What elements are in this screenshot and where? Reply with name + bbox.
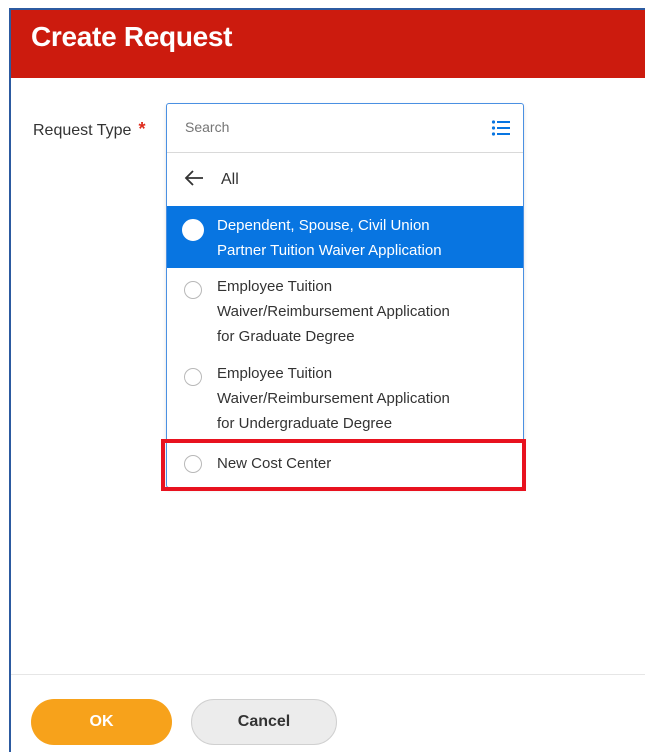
create-request-dialog: Create Request Request Type * All	[0, 0, 645, 752]
option-label-line: Employee Tuition	[217, 278, 333, 295]
option-label-line: Partner Tuition Waiver Application	[217, 242, 442, 259]
option-employee-tuition-graduate[interactable]: Employee Tuition Waiver/Reimbursement Ap…	[167, 269, 523, 356]
option-dependent-tuition-waiver[interactable]: Dependent, Spouse, Civil Union Partner T…	[167, 206, 523, 268]
option-employee-tuition-undergraduate[interactable]: Employee Tuition Waiver/Reimbursement Ap…	[167, 356, 523, 444]
option-label-line: for Undergraduate Degree	[217, 415, 393, 432]
radio-button[interactable]	[184, 281, 202, 299]
option-label: Dependent, Spouse, Civil Union Partner T…	[217, 213, 507, 263]
list-view-icon[interactable]	[491, 119, 511, 137]
page-title: Create Request	[31, 21, 233, 52]
option-label-line: Waiver/Reimbursement Application	[217, 390, 450, 407]
request-type-label-group: Request Type *	[33, 119, 145, 140]
request-type-dropdown[interactable]: All Dependent, Spouse, Civil Union Partn…	[166, 103, 524, 488]
back-to-all-row[interactable]: All	[167, 153, 523, 205]
dialog-header: Create Request	[11, 10, 645, 78]
option-label-line: Dependent, Spouse, Civil Union	[217, 217, 430, 234]
radio-button[interactable]	[184, 368, 202, 386]
required-marker: *	[138, 119, 146, 139]
option-label-line: Waiver/Reimbursement Application	[217, 303, 450, 320]
frame-border	[9, 10, 11, 752]
option-label-line: for Graduate Degree	[217, 328, 355, 345]
radio-button[interactable]	[182, 219, 204, 241]
footer-divider	[11, 674, 645, 675]
cancel-button[interactable]: Cancel	[191, 699, 337, 745]
search-row	[167, 104, 523, 153]
highlight-annotation-box	[161, 439, 526, 491]
search-input[interactable]	[185, 119, 465, 135]
request-type-label: Request Type	[33, 122, 132, 139]
ok-button[interactable]: OK	[31, 699, 172, 745]
arrow-left-icon[interactable]	[183, 167, 205, 189]
back-label: All	[221, 171, 239, 188]
option-label-line: Employee Tuition	[217, 365, 333, 382]
option-label: Employee Tuition Waiver/Reimbursement Ap…	[217, 274, 507, 349]
option-label: Employee Tuition Waiver/Reimbursement Ap…	[217, 361, 507, 436]
